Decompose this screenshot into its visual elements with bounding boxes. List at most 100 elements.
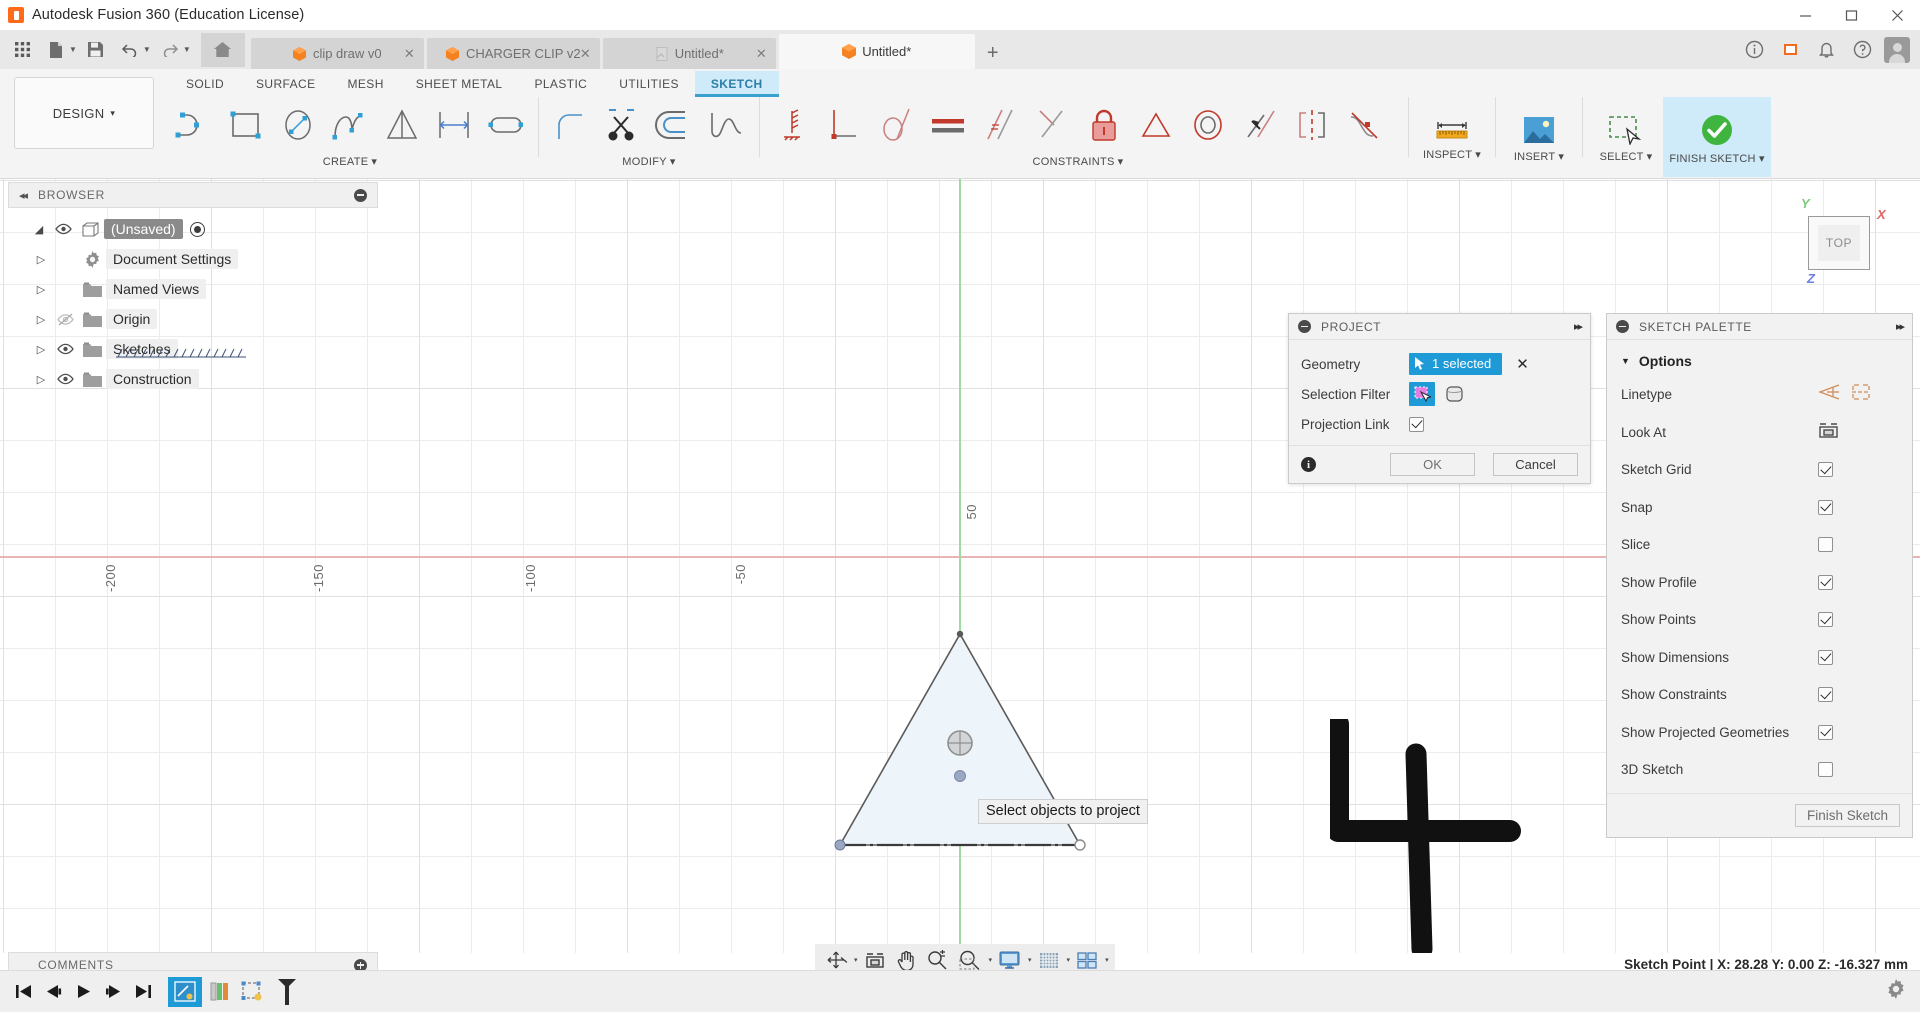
skip-start-icon[interactable] (8, 977, 38, 1007)
eye-visible-icon[interactable] (50, 223, 76, 235)
help-icon[interactable] (1844, 32, 1880, 68)
timeline-marker-icon[interactable] (270, 977, 304, 1007)
activate-radio-icon[interactable] (190, 222, 205, 237)
tab-mesh[interactable]: MESH (332, 71, 400, 97)
select-body-faces-icon[interactable] (1409, 382, 1435, 406)
tree-item-sketches[interactable]: ▷ Sketches (8, 334, 378, 364)
tree-item-document-settings[interactable]: ▷ Document Settings (8, 244, 378, 274)
fillet-icon[interactable] (545, 98, 597, 152)
collapse-icon[interactable]: ◂◂ (19, 189, 26, 202)
spline-icon[interactable] (324, 98, 376, 152)
midpoint-constraint-icon[interactable] (1130, 98, 1182, 152)
display-settings-caret-icon[interactable]: ▾ (1028, 956, 1032, 964)
document-tab[interactable]: clip draw v0 ✕ (251, 38, 424, 69)
trim-icon[interactable] (597, 98, 649, 152)
ribbon-group-label[interactable]: CREATE▾ (168, 155, 532, 168)
new-document-icon[interactable] (39, 33, 73, 67)
undo-icon[interactable] (113, 33, 147, 67)
parallel-constraint-icon[interactable] (974, 98, 1026, 152)
bell-icon[interactable] (1808, 32, 1844, 68)
minus-circle-icon[interactable] (1616, 320, 1629, 333)
tab-close-icon[interactable]: ✕ (580, 46, 591, 62)
ribbon-group-label[interactable]: CONSTRAINTS▾ (766, 155, 1390, 168)
fix-constraint-icon[interactable] (1078, 98, 1130, 152)
tree-item-named-views[interactable]: ▷ Named Views (8, 274, 378, 304)
show-dimensions-checkbox[interactable] (1818, 650, 1833, 665)
undo-caret-icon[interactable]: ▼ (143, 45, 151, 54)
viewcube-top-face[interactable]: TOP (1808, 216, 1870, 270)
grid-snaps-caret-icon[interactable]: ▾ (1067, 956, 1071, 964)
maximize-icon[interactable] (1828, 0, 1874, 30)
sketch-feature-icon[interactable] (168, 977, 202, 1007)
gear-icon[interactable] (1886, 979, 1906, 1004)
eye-visible-icon[interactable] (52, 343, 78, 355)
tab-close-icon[interactable]: ✕ (404, 46, 415, 62)
expand-arrow-icon[interactable]: ▷ (30, 283, 52, 296)
extensions-icon[interactable] (1772, 32, 1808, 68)
tab-utilities[interactable]: UTILITIES (603, 71, 695, 97)
minimize-icon[interactable] (1782, 0, 1828, 30)
coincident-constraint-icon[interactable] (818, 98, 870, 152)
plane-feature-icon[interactable] (202, 977, 236, 1007)
tree-item-unsaved[interactable]: ◢ (Unsaved) (8, 214, 378, 244)
play-icon[interactable] (68, 977, 98, 1007)
expand-arrow-icon[interactable]: ▷ (30, 253, 52, 266)
expand-arrow-icon[interactable]: ▷ (30, 373, 52, 386)
options-section-header[interactable]: ▼ Options (1607, 346, 1912, 376)
curvature-icon[interactable] (701, 98, 753, 152)
tab-sheet-metal[interactable]: SHEET METAL (400, 71, 519, 97)
document-tab[interactable]: Untitled* ✕ (603, 38, 776, 69)
viewports-caret-icon[interactable]: ▾ (1105, 956, 1109, 964)
tab-surface[interactable]: SURFACE (240, 71, 331, 97)
tree-item-construction[interactable]: ▷ Construction (8, 364, 378, 394)
show-constraints-checkbox[interactable] (1818, 687, 1833, 702)
info-icon[interactable] (1736, 32, 1772, 68)
zoom-window-caret-icon[interactable]: ▾ (989, 956, 993, 964)
avatar[interactable] (1884, 37, 1910, 63)
app-grid-icon[interactable] (5, 33, 39, 67)
dimension-icon[interactable] (428, 98, 480, 152)
cancel-button[interactable]: Cancel (1493, 453, 1578, 476)
redo-caret-icon[interactable]: ▼ (183, 45, 191, 54)
offset-icon[interactable] (649, 98, 701, 152)
ok-button[interactable]: OK (1390, 453, 1475, 476)
curvature-constraint-icon[interactable] (1338, 98, 1390, 152)
geometry-selection-button[interactable]: 1 selected (1409, 353, 1502, 375)
tree-item-origin[interactable]: ▷ Origin (8, 304, 378, 334)
skip-end-icon[interactable] (128, 977, 158, 1007)
expand-arrow-icon[interactable]: ◢ (28, 223, 50, 236)
look-at-icon[interactable] (1818, 421, 1839, 444)
snap-checkbox[interactable] (1818, 500, 1833, 515)
equal-constraint-icon[interactable] (922, 98, 974, 152)
slot-icon[interactable] (480, 98, 532, 152)
document-tab-active[interactable]: Untitled* ✕ (779, 34, 975, 69)
symmetry-constraint-icon[interactable] (1286, 98, 1338, 152)
clear-selection-icon[interactable]: ✕ (1516, 355, 1529, 373)
show-profile-checkbox[interactable] (1818, 575, 1833, 590)
collinear-constraint-icon[interactable] (1234, 98, 1286, 152)
3d-sketch-checkbox[interactable] (1818, 762, 1833, 777)
orbit-caret-icon[interactable]: ▾ (854, 956, 858, 964)
projection-link-checkbox[interactable] (1409, 417, 1424, 432)
insert-button[interactable]: INSERT ▾ (1502, 97, 1576, 177)
tab-close-icon[interactable]: ✕ (756, 46, 767, 62)
select-button[interactable]: SELECT ▾ (1589, 97, 1663, 177)
ribbon-group-label[interactable]: MODIFY▾ (545, 155, 753, 168)
concentric-constraint-icon[interactable] (1182, 98, 1234, 152)
tangent-constraint-icon[interactable] (870, 98, 922, 152)
linetype-centerline-icon[interactable] (1850, 383, 1872, 406)
slice-checkbox[interactable] (1818, 537, 1833, 552)
expand-icon[interactable]: ▸▸ (1574, 320, 1581, 333)
tab-solid[interactable]: SOLID (170, 71, 240, 97)
eye-visible-icon[interactable] (52, 373, 78, 385)
add-tab-button[interactable]: + (978, 38, 1008, 69)
perpendicular-constraint-icon[interactable] (1026, 98, 1078, 152)
minus-circle-icon[interactable] (354, 189, 367, 202)
eye-hidden-icon[interactable] (52, 313, 78, 326)
expand-arrow-icon[interactable]: ▷ (30, 343, 52, 356)
workspace-selector[interactable]: DESIGN ▾ (14, 77, 154, 149)
line-icon[interactable] (168, 98, 220, 152)
horizontal-vertical-constraint-icon[interactable] (766, 98, 818, 152)
minus-circle-icon[interactable] (1298, 320, 1311, 333)
new-document-caret-icon[interactable]: ▼ (69, 45, 77, 54)
